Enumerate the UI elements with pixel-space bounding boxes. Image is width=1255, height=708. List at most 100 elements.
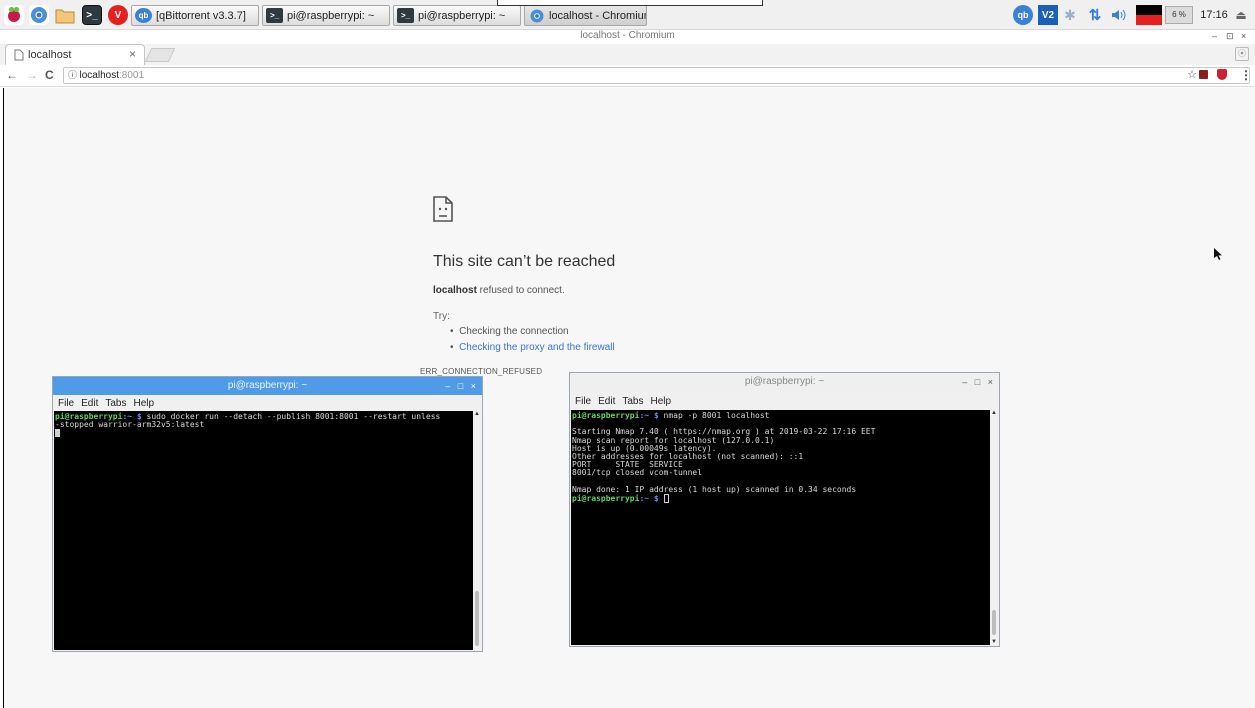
chromium-task-icon bbox=[528, 8, 545, 23]
window-edge bbox=[3, 88, 4, 708]
close-button[interactable]: × bbox=[988, 377, 993, 387]
eject-icon[interactable]: ⏏ bbox=[1233, 4, 1249, 26]
terminal-command-wrap: -stopped warrior-arm32v5:latest bbox=[55, 420, 205, 430]
reload-button[interactable]: C bbox=[45, 68, 54, 82]
scrollbar-thumb[interactable] bbox=[992, 610, 996, 635]
raspberry-menu-icon[interactable] bbox=[4, 5, 24, 25]
terminal-screen[interactable]: pi@raspberrypi:~ $ sudo docker run --det… bbox=[54, 411, 473, 650]
error-host: localhost bbox=[433, 285, 477, 296]
menu-file[interactable]: File bbox=[58, 398, 74, 409]
bluetooth-icon[interactable]: ✱ bbox=[1062, 4, 1078, 26]
toolbar: ← → C ⓘ localhost:8001 ☆ ⋮ bbox=[0, 65, 1255, 87]
menu-edit[interactable]: Edit bbox=[81, 398, 98, 409]
vnc-tray-icon[interactable]: V2 bbox=[1037, 4, 1059, 26]
menu-help[interactable]: Help bbox=[650, 396, 671, 407]
menu-help[interactable]: Help bbox=[133, 398, 154, 409]
volume-icon[interactable] bbox=[1110, 4, 1128, 26]
file-manager-icon[interactable] bbox=[55, 5, 75, 25]
ublock-icon[interactable] bbox=[1217, 69, 1227, 80]
cpu-monitor-graph bbox=[1136, 4, 1162, 26]
try-label: Try: bbox=[433, 311, 450, 322]
terminal-menu-bar: File Edit Tabs Help bbox=[53, 395, 482, 412]
maximize-button[interactable]: □ bbox=[458, 381, 463, 391]
menu-kebab-icon[interactable]: ⋮ bbox=[1240, 68, 1252, 82]
prompt-user: pi@raspberrypi bbox=[572, 494, 640, 504]
terminal-title: pi@raspberrypi: ~ bbox=[227, 380, 308, 391]
network-icon[interactable]: ⇅ bbox=[1086, 4, 1104, 26]
task-label: localhost - Chromium bbox=[549, 9, 647, 22]
terminal-window-right[interactable]: pi@raspberrypi: ~ – □ × File Edit Tabs Help… bbox=[569, 372, 1000, 647]
error-description: localhost refused to connect. bbox=[433, 285, 565, 296]
qbittorrent-tray-icon[interactable]: qb bbox=[1012, 4, 1034, 26]
new-tab-button[interactable] bbox=[144, 48, 176, 62]
scroll-up-arrow[interactable]: ▲ bbox=[991, 410, 997, 416]
address-host: localhost bbox=[79, 70, 119, 81]
back-button[interactable]: ← bbox=[6, 68, 18, 82]
cpu-usage-label: 6 % bbox=[1164, 4, 1194, 26]
minimize-button[interactable]: – bbox=[962, 377, 967, 387]
terminal-command: nmap -p 8001 localhost bbox=[658, 411, 770, 420]
extension-icon[interactable] bbox=[1199, 70, 1208, 79]
terminal-scrollbar[interactable]: ▲ ▼ bbox=[990, 410, 998, 645]
close-button[interactable]: × bbox=[471, 381, 476, 391]
address-port: :8001 bbox=[118, 70, 145, 81]
menu-file[interactable]: File bbox=[575, 396, 591, 407]
task-tooltip-frame bbox=[497, 0, 763, 6]
maximize-button[interactable]: □ bbox=[975, 377, 980, 387]
terminal-cursor bbox=[663, 494, 669, 504]
minimize-button[interactable]: – bbox=[445, 381, 450, 391]
terminal-window-controls: – □ × bbox=[962, 373, 993, 391]
chromium-launcher-icon[interactable] bbox=[29, 5, 49, 25]
error-code: ERR_CONNECTION_REFUSED bbox=[420, 367, 543, 376]
maximize-button[interactable]: ⊡ bbox=[1226, 31, 1234, 42]
suggestion-proxy-firewall-link[interactable]: • Checking the proxy and the firewall bbox=[450, 342, 615, 353]
terminal-cursor bbox=[55, 429, 60, 438]
terminal-scrollbar[interactable]: ▲ bbox=[473, 411, 481, 650]
terminal-title-bar[interactable]: pi@raspberrypi: ~ bbox=[53, 377, 482, 395]
scroll-down-arrow[interactable]: ▼ bbox=[991, 639, 997, 645]
menu-tabs[interactable]: Tabs bbox=[622, 396, 643, 407]
tab-localhost[interactable]: localhost × bbox=[5, 44, 145, 65]
output-line: Nmap done: 1 IP address (1 host up) scan… bbox=[572, 484, 857, 494]
terminal-title-bar[interactable]: pi@raspberrypi: ~ bbox=[570, 373, 999, 391]
task-qbittorrent[interactable]: qb [qBittorrent v3.3.7] bbox=[131, 5, 259, 26]
tab-strip: localhost × ⦿ bbox=[0, 44, 1255, 65]
task-label: pi@raspberrypi: ~ bbox=[287, 9, 375, 22]
suggestion-connection: • Checking the connection bbox=[450, 326, 569, 337]
vivaldi-icon[interactable]: V bbox=[108, 5, 128, 25]
error-title: This site can’t be reached bbox=[433, 253, 616, 270]
bookmark-star-icon[interactable]: ☆ bbox=[1187, 68, 1197, 83]
task-terminal-1[interactable]: >_ pi@raspberrypi: ~ bbox=[262, 5, 390, 26]
sad-document-icon bbox=[432, 196, 454, 225]
scroll-up-arrow[interactable]: ▲ bbox=[474, 411, 480, 417]
prompt-user: pi@raspberrypi bbox=[572, 411, 640, 420]
minimize-button[interactable]: – bbox=[1212, 31, 1217, 41]
terminal-screen[interactable]: pi@raspberrypi:~ $ nmap -p 8001 localhos… bbox=[571, 410, 990, 645]
menu-tabs[interactable]: Tabs bbox=[105, 398, 126, 409]
terminal-launcher-icon[interactable]: >_ bbox=[82, 5, 102, 25]
address-bar[interactable]: ⓘ localhost:8001 ☆ bbox=[63, 67, 1250, 84]
prompt-path: :~ $ bbox=[639, 411, 659, 420]
task-chromium[interactable]: localhost - Chromium bbox=[524, 5, 647, 26]
clock[interactable]: 17:16 bbox=[1198, 4, 1230, 26]
terminal-title: pi@raspberrypi: ~ bbox=[744, 376, 825, 387]
forward-button[interactable]: → bbox=[26, 68, 38, 82]
terminal-window-left[interactable]: pi@raspberrypi: ~ – □ × File Edit Tabs Help… bbox=[52, 376, 483, 652]
close-tab-icon[interactable]: × bbox=[129, 47, 136, 61]
info-icon[interactable]: ⓘ bbox=[68, 70, 80, 80]
prompt-path: :~ $ bbox=[639, 494, 659, 504]
error-message: refused to connect. bbox=[476, 285, 565, 296]
qbittorrent-icon: qb bbox=[135, 8, 152, 23]
terminal-menu-bar: File Edit Tabs Help bbox=[570, 393, 999, 410]
menu-edit[interactable]: Edit bbox=[598, 396, 615, 407]
terminal-window-controls: – □ × bbox=[445, 377, 476, 395]
close-window-button[interactable]: × bbox=[1241, 31, 1246, 41]
page-icon bbox=[14, 49, 24, 64]
output-line: 8001/tcp closed vcom-tunnel bbox=[572, 468, 703, 478]
window-title: localhost - Chromium bbox=[580, 30, 675, 41]
profile-icon[interactable]: ⦿ bbox=[1235, 47, 1249, 61]
mouse-cursor bbox=[1214, 248, 1222, 263]
task-label: pi@raspberrypi: ~ bbox=[418, 9, 506, 22]
task-terminal-2[interactable]: >_ pi@raspberrypi: ~ bbox=[393, 5, 521, 26]
scrollbar-thumb[interactable] bbox=[475, 591, 479, 646]
